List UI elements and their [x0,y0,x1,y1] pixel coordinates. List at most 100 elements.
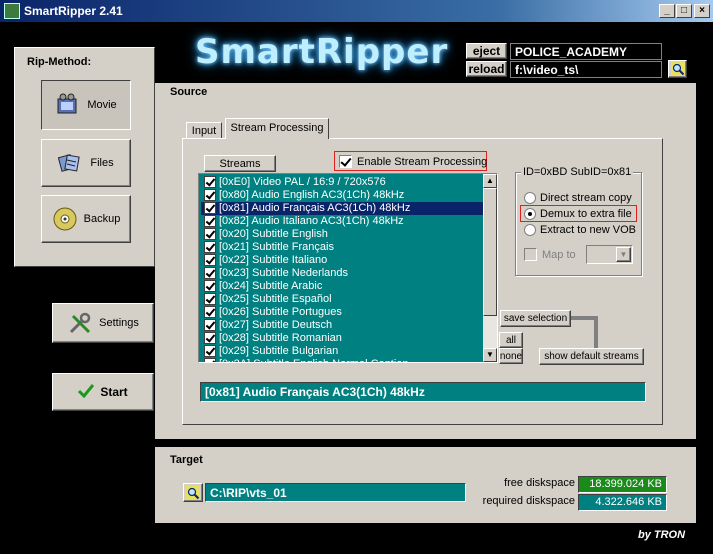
extract-vob-radio[interactable] [524,224,536,236]
browse-target-button[interactable] [183,483,203,502]
streams-header-button[interactable]: Streams [204,155,276,172]
stream-row[interactable]: [0x27] Subtitle Deutsch [201,319,483,332]
stream-label: [0x81] Audio Français AC3(1Ch) 48kHz [219,202,411,214]
option-extract-vob[interactable]: Extract to new VOB [524,224,636,236]
stream-checkbox[interactable] [204,176,216,188]
select-none-button[interactable]: none [499,348,523,364]
stream-row[interactable]: [0x29] Subtitle Bulgarian [201,345,483,358]
checkmark-icon [78,383,95,401]
scroll-thumb[interactable] [483,188,497,316]
stream-row[interactable]: [0x26] Subtitle Portugues [201,306,483,319]
stream-label: [0x28] Subtitle Romanian [219,332,342,344]
stream-row[interactable]: [0x25] Subtitle Español [201,293,483,306]
stream-list[interactable]: [0xE0] Video PAL / 16:9 / 720x576 [0x80] … [198,173,498,363]
stream-checkbox[interactable] [204,254,216,266]
stream-checkbox[interactable] [204,215,216,227]
stream-checkbox[interactable] [204,189,216,201]
stream-row[interactable]: [0x2A] Subtitle English Normal Caption [201,358,483,362]
stream-checkbox[interactable] [204,319,216,331]
stream-label: [0x21] Subtitle Français [219,241,334,253]
stream-checkbox[interactable] [204,280,216,292]
title-bar[interactable]: SmartRipper 2.41 _ □ × [0,0,713,22]
stream-label: [0x20] Subtitle English [219,228,328,240]
source-label: Source [170,86,208,98]
required-diskspace-value: 4.322.646 KB [578,494,667,511]
files-method-button[interactable]: Files [41,139,131,187]
target-label: Target [170,454,203,466]
files-icon [58,150,84,176]
enable-stream-processing-checkbox[interactable]: Enable Stream Processing [339,155,487,168]
selected-stream-field: [0x81] Audio Français AC3(1Ch) 48kHz [200,382,646,402]
app-icon [4,3,20,19]
direct-copy-radio[interactable] [524,192,536,204]
movie-method-button[interactable]: Movie [41,80,131,130]
app-logo: SmartRipper [195,32,449,72]
map-to-option: Map to [524,248,576,261]
close-button[interactable]: × [694,4,710,18]
stream-row[interactable]: [0xE0] Video PAL / 16:9 / 720x576 [201,176,483,189]
search-icon [186,485,200,500]
scroll-up-button[interactable]: ▲ [483,174,497,188]
backup-method-label: Backup [83,213,121,225]
free-diskspace-label: free diskspace [504,477,575,489]
stream-checkbox[interactable] [204,332,216,344]
stream-checkbox[interactable] [204,345,216,357]
stream-row[interactable]: [0x24] Subtitle Arabic [201,280,483,293]
stream-list-scrollbar[interactable]: ▲ ▼ [483,174,497,362]
minimize-button[interactable]: _ [659,4,675,18]
show-default-streams-button[interactable]: show default streams [539,348,644,365]
start-button[interactable]: Start [52,373,154,411]
free-diskspace-value: 18.399.024 KB [578,476,667,493]
tab-input[interactable]: Input [186,122,222,139]
stream-checkbox[interactable] [204,202,216,214]
tab-stream-processing[interactable]: Stream Processing [225,118,329,139]
stream-checkbox[interactable] [204,358,216,362]
maximize-button[interactable]: □ [676,4,692,18]
stream-checkbox[interactable] [204,241,216,253]
window-title: SmartRipper 2.41 [24,4,123,18]
map-to-select: ▼ [586,245,633,264]
stream-label: [0x27] Subtitle Deutsch [219,319,333,331]
reload-button[interactable]: reload [466,61,507,77]
stream-checkbox[interactable] [204,293,216,305]
stream-label: [0xE0] Video PAL / 16:9 / 720x576 [219,176,386,188]
option-direct-copy[interactable]: Direct stream copy [524,192,632,204]
stream-row[interactable]: [0x80] Audio English AC3(1Ch) 48kHz [201,189,483,202]
map-to-label: Map to [542,248,576,261]
eject-button[interactable]: eject [466,43,507,59]
stream-row[interactable]: [0x22] Subtitle Italiano [201,254,483,267]
option-demux-extra[interactable]: Demux to extra file [524,208,632,220]
stream-checkbox[interactable] [204,267,216,279]
demux-extra-radio[interactable] [524,208,536,220]
stream-row[interactable]: [0x20] Subtitle English [201,228,483,241]
files-method-label: Files [90,157,114,169]
extract-vob-label: Extract to new VOB [540,224,636,236]
select-all-button[interactable]: all [499,332,523,348]
stream-row[interactable]: [0x81] Audio Français AC3(1Ch) 48kHz [201,202,483,215]
direct-copy-label: Direct stream copy [540,192,632,204]
stream-row[interactable]: [0x21] Subtitle Français [201,241,483,254]
tools-icon [67,310,93,336]
settings-label: Settings [99,317,139,329]
backup-method-button[interactable]: Backup [41,195,131,243]
stream-row[interactable]: [0x82] Audio Italiano AC3(1Ch) 48kHz [201,215,483,228]
scroll-down-button[interactable]: ▼ [483,348,497,362]
stream-label: [0x23] Subtitle Nederlands [219,267,349,279]
save-selection-button[interactable]: save selection [500,310,571,327]
rip-method-label: Rip-Method: [27,56,92,68]
id-group-label: ID=0xBD SubID=0x81 [521,166,634,178]
stream-row[interactable]: [0x28] Subtitle Romanian [201,332,483,345]
footer-credit: by TRON [638,529,686,541]
map-to-checkbox [524,248,537,261]
stream-label: [0x80] Audio English AC3(1Ch) 48kHz [219,189,405,201]
enable-checkbox-box[interactable] [339,155,352,168]
stream-row[interactable]: [0x23] Subtitle Nederlands [201,267,483,280]
search-icon [670,62,685,76]
settings-button[interactable]: Settings [52,303,154,343]
stream-checkbox[interactable] [204,228,216,240]
stream-label: [0x24] Subtitle Arabic [219,280,323,292]
stream-checkbox[interactable] [204,306,216,318]
target-path-field[interactable]: C:\RIP\vts_01 [205,483,466,502]
browse-disc-button[interactable] [668,60,687,78]
movie-method-label: Movie [87,99,117,111]
